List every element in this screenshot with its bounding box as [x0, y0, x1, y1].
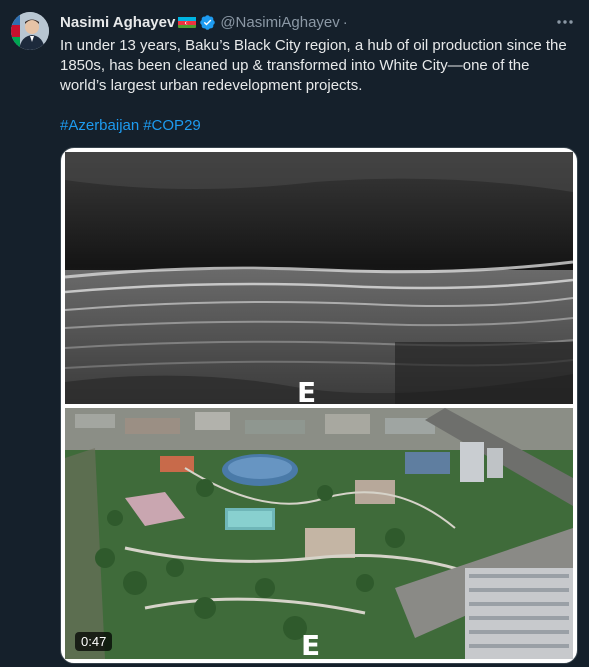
watermark-bottom: E: [301, 632, 320, 660]
author-name[interactable]: Nasimi Aghayev: [60, 14, 175, 31]
tweet-card[interactable]: Nasimi Aghayev @NasimiAghayev · In under…: [0, 0, 589, 667]
separator-dot: ·: [342, 13, 348, 31]
watermark-logo-top: E: [297, 376, 317, 405]
video-duration-badge: 0:47: [75, 632, 113, 651]
hashtag-azerbaijan[interactable]: #Azerbaijan: [60, 117, 139, 134]
verified-badge-icon: [199, 14, 216, 31]
tweet-header: Nasimi Aghayev @NasimiAghayev ·: [60, 12, 348, 32]
azerbaijan-flag-icon: [178, 16, 197, 28]
author-handle[interactable]: @NasimiAghayev: [220, 14, 339, 31]
video-frame-top-blackcity: E: [65, 152, 573, 404]
watermark-logo-bottom: E: [301, 629, 321, 662]
hashtags: #Azerbaijan #COP29: [60, 116, 205, 136]
hashtag-cop29[interactable]: #COP29: [143, 117, 201, 134]
watermark-top: E: [297, 376, 317, 405]
video-frame-bottom-whitecity: [65, 408, 573, 659]
video-player[interactable]: E E 0:47: [60, 147, 578, 664]
avatar[interactable]: [11, 12, 49, 50]
tweet-text: In under 13 years, Baku’s Black City reg…: [60, 37, 567, 94]
more-options-icon[interactable]: [555, 12, 575, 32]
